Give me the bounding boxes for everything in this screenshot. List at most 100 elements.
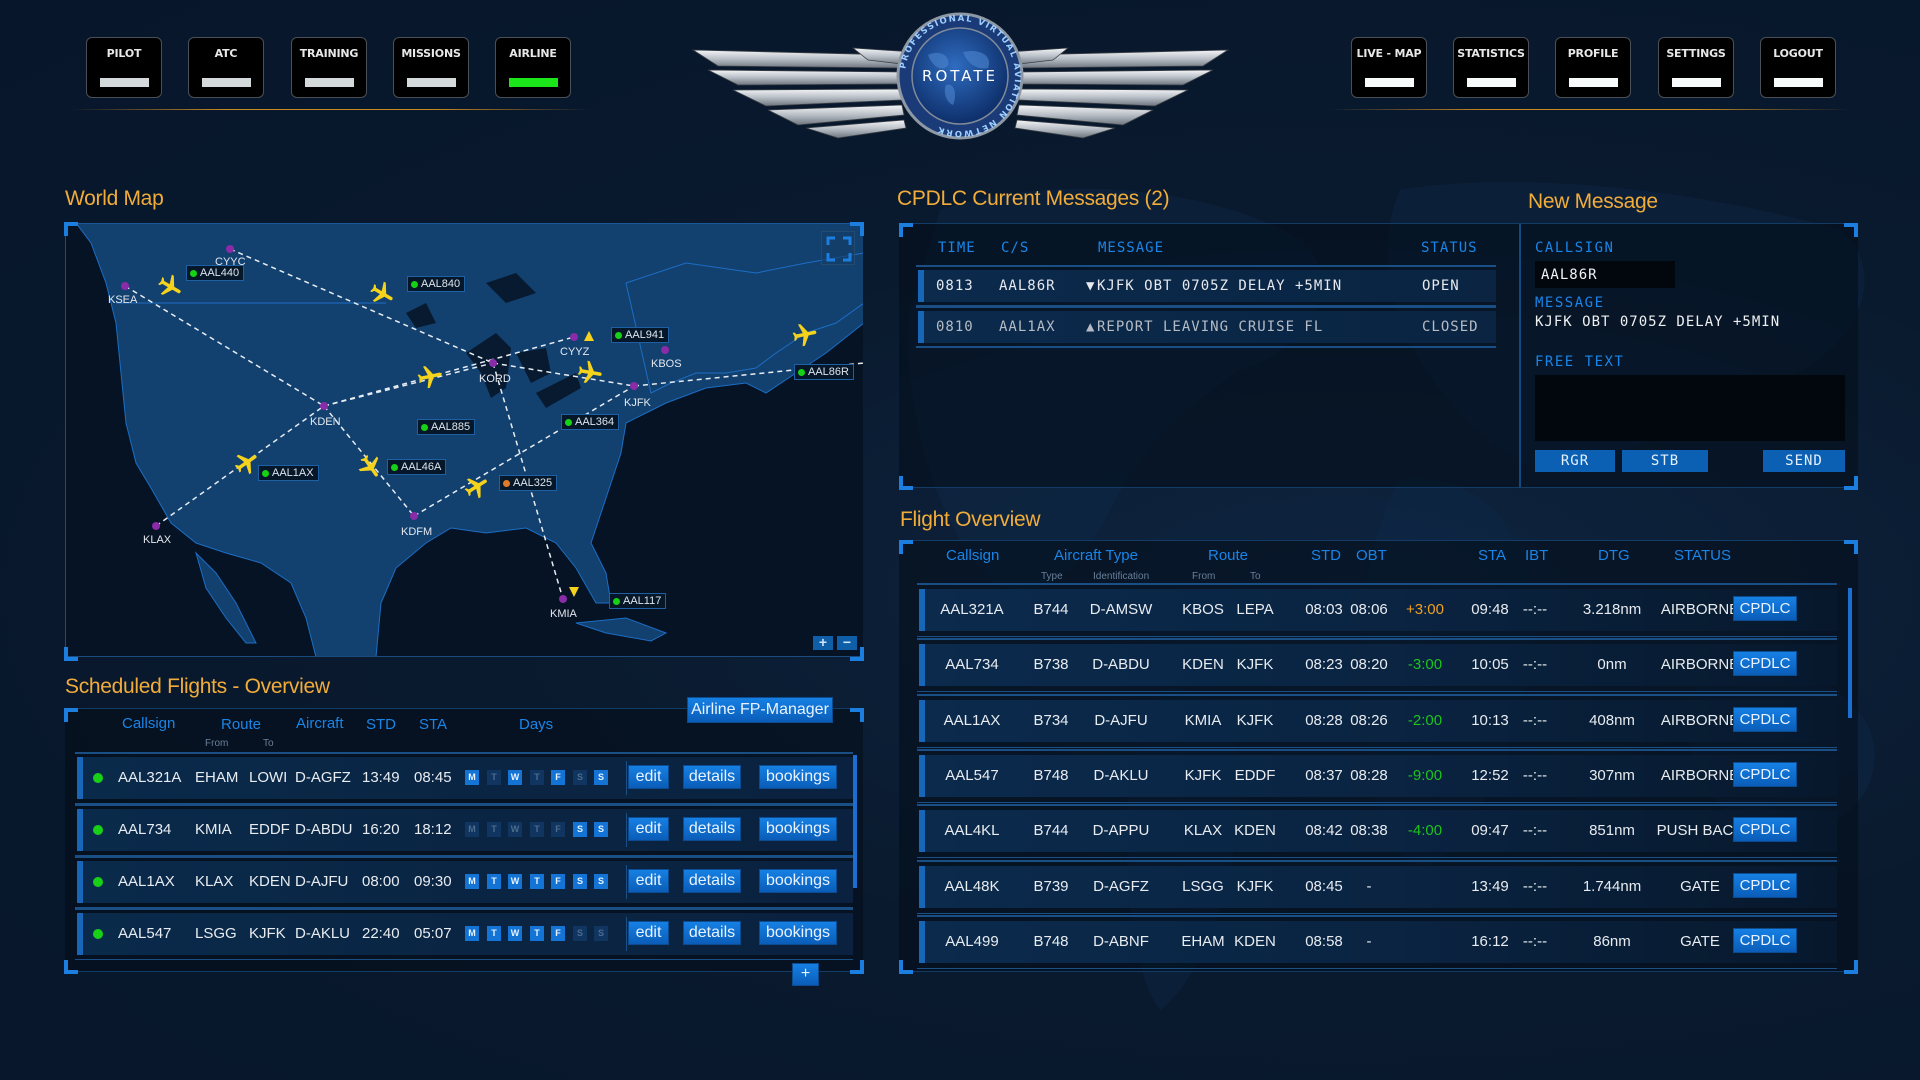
flight-tag-aal885[interactable]: AAL885 [417,419,476,435]
details-button[interactable]: details [683,921,741,945]
day-toggle[interactable]: S [594,874,608,889]
cpdlc-button[interactable]: CPDLC [1733,927,1797,953]
cpdlc-button[interactable]: CPDLC [1733,651,1797,677]
day-toggle[interactable]: F [551,822,565,837]
flight-tag-aal440[interactable]: AAL440 [186,265,245,281]
flight-overview-row[interactable]: AAL499 B748 D-ABNF EHAM KDEN 08:58-16:12 --:--… [917,914,1837,969]
day-toggle[interactable]: S [573,874,587,889]
flight-overview-scrollbar[interactable] [1848,588,1852,718]
nav-atc-button[interactable]: ATC [188,37,264,98]
day-toggle[interactable]: S [594,926,608,941]
nav-settings-button[interactable]: SETTINGS [1658,37,1734,98]
stb-button[interactable]: STB [1622,450,1708,472]
day-toggle[interactable]: W [508,822,522,837]
edit-button[interactable]: edit [628,817,669,841]
flight-overview-row[interactable]: AAL734 B738 D-ABDU KDEN KJFK 08:23 08:20 -3:00 1… [917,638,1837,693]
day-toggle[interactable]: S [573,926,587,941]
day-toggle[interactable]: M [465,822,479,837]
nav-profile-button[interactable]: PROFILE [1555,37,1631,98]
flight-overview-row[interactable]: AAL4KL B744 D-APPU KLAX KDEN 08:42 08:38 -4:00 0… [917,804,1837,859]
bookings-button[interactable]: bookings [759,817,837,841]
day-toggle[interactable]: M [465,874,479,889]
day-toggle[interactable]: S [594,822,608,837]
flight-tag-aal86r[interactable]: AAL86R [794,364,854,380]
rgr-button[interactable]: RGR [1535,450,1615,472]
flight-tag-aal325[interactable]: AAL325 [499,475,558,491]
flight-tag-aal941[interactable]: AAL941 [611,327,670,343]
nav-live-map-button[interactable]: LIVE - MAP [1351,37,1427,98]
flight-overview-row[interactable]: AAL1AX B734 D-AJFU KMIA KJFK 08:28 08:26 -2:00 1… [917,693,1837,748]
aircraft-aal325-icon[interactable] [463,473,491,501]
map-fullscreen-button[interactable] [821,231,855,265]
scheduled-flight-row[interactable]: AAL547 LSGG KJFK D-AKLU 22:40 05:07 M T W T F S Sedi… [75,908,853,960]
day-toggle[interactable]: S [573,770,587,785]
day-toggle[interactable]: F [551,926,565,941]
send-button[interactable]: SEND [1763,450,1845,472]
aircraft-aal1ax-icon[interactable] [233,449,261,477]
edit-button[interactable]: edit [628,921,669,945]
cpdlc-button[interactable]: CPDLC [1733,706,1797,732]
day-toggle[interactable]: M [465,926,479,941]
details-button[interactable]: details [683,765,741,789]
flight-overview-row[interactable]: AAL48K B739 D-AGFZ LSGG KJFK 08:45-13:49 --:--… [917,859,1837,914]
nav-logout-button[interactable]: LOGOUT [1760,37,1836,98]
nav-missions-button[interactable]: MISSIONS [393,37,469,98]
edit-button[interactable]: edit [628,869,669,893]
day-toggle[interactable]: F [551,874,565,889]
cpdlc-button[interactable]: CPDLC [1733,596,1797,621]
details-button[interactable]: details [683,869,741,893]
rotate-wings-logo[interactable]: PROFESSIONAL VIRTUAL AVIATION NETWORK RO… [688,10,1233,145]
flight-tag-aal117[interactable]: AAL117 [609,593,667,609]
aircraft-aal440-icon[interactable] [156,273,184,301]
cpdlc-message-row[interactable]: 0813 AAL86R ▼ KJFK OBT 0705Z DELAY +5MIN… [916,265,1496,307]
day-toggle[interactable]: W [508,874,522,889]
details-button[interactable]: details [683,817,741,841]
day-toggle[interactable]: T [530,874,544,889]
day-toggle[interactable]: M [465,770,479,785]
day-toggle[interactable]: T [530,770,544,785]
add-scheduled-flight-button[interactable]: + [792,963,819,986]
day-toggle[interactable]: T [487,822,501,837]
edit-button[interactable]: edit [628,765,669,789]
day-toggle[interactable]: S [573,822,587,837]
nav-training-button[interactable]: TRAINING [291,37,367,98]
flight-tag-aal1ax[interactable]: AAL1AX [258,465,319,481]
day-toggle[interactable]: S [594,770,608,785]
day-toggle[interactable]: T [487,874,501,889]
day-toggle[interactable]: W [508,926,522,941]
nav-statistics-button[interactable]: STATISTICS [1453,37,1529,98]
day-toggle[interactable]: T [530,822,544,837]
day-toggle[interactable]: T [530,926,544,941]
flight-overview-row[interactable]: AAL547 B748 D-AKLU KJFK EDDF 08:37 08:28 -9:00 1… [917,748,1837,803]
scheduled-flights-scrollbar[interactable] [853,755,857,888]
scheduled-flight-row[interactable]: AAL321A EHAM LOWI D-AGFZ 13:49 08:45 M T W T F S Sed… [75,752,853,804]
day-toggle[interactable]: F [551,770,565,785]
bookings-button[interactable]: bookings [759,869,837,893]
bookings-button[interactable]: bookings [759,921,837,945]
day-toggle[interactable]: T [487,770,501,785]
cpdlc-button[interactable]: CPDLC [1733,761,1797,787]
day-toggle[interactable]: T [487,926,501,941]
flight-tag-aal46a[interactable]: AAL46A [387,459,447,475]
bookings-button[interactable]: bookings [759,765,837,789]
cpdlc-message-row[interactable]: 0810 AAL1AX ▲ REPORT LEAVING CRUISE FL C… [916,306,1496,348]
nav-airline-button[interactable]: AIRLINE [495,37,571,98]
map-zoom-in-button[interactable]: + [813,635,833,650]
free-text-input[interactable] [1535,375,1845,441]
aircraft-aal46a-icon[interactable] [356,453,384,481]
scheduled-flight-row[interactable]: AAL734 KMIA EDDF D-ABDU 16:20 18:12 M T W T F S Sedi… [75,804,853,856]
aircraft-aal840-icon[interactable] [368,280,396,308]
aircraft-aal364-icon[interactable] [576,359,604,387]
scheduled-flight-row[interactable]: AAL1AX KLAX KDEN D-AJFU 08:00 09:30 M T W T F S Sedi… [75,856,853,908]
day-toggle[interactable]: W [508,770,522,785]
aircraft-aal86r-icon[interactable] [791,321,819,349]
callsign-input[interactable] [1535,261,1675,288]
airline-fp-manager-button[interactable]: Airline FP-Manager [687,697,833,723]
world-map[interactable]: CYYC KSEA KDEN KORD CYYZ KBOS KJFK KLAX … [65,223,863,657]
flight-tag-aal364[interactable]: AAL364 [561,414,620,430]
cpdlc-button[interactable]: CPDLC [1733,817,1797,843]
nav-pilot-button[interactable]: PILOT [86,37,162,98]
aircraft-aal885-icon[interactable] [416,363,444,391]
flight-tag-aal840[interactable]: AAL840 [407,276,466,292]
flight-overview-row[interactable]: AAL321A B744 D-AMSW KBOS LEPA 08:03 08:06 +3:00… [917,583,1837,637]
